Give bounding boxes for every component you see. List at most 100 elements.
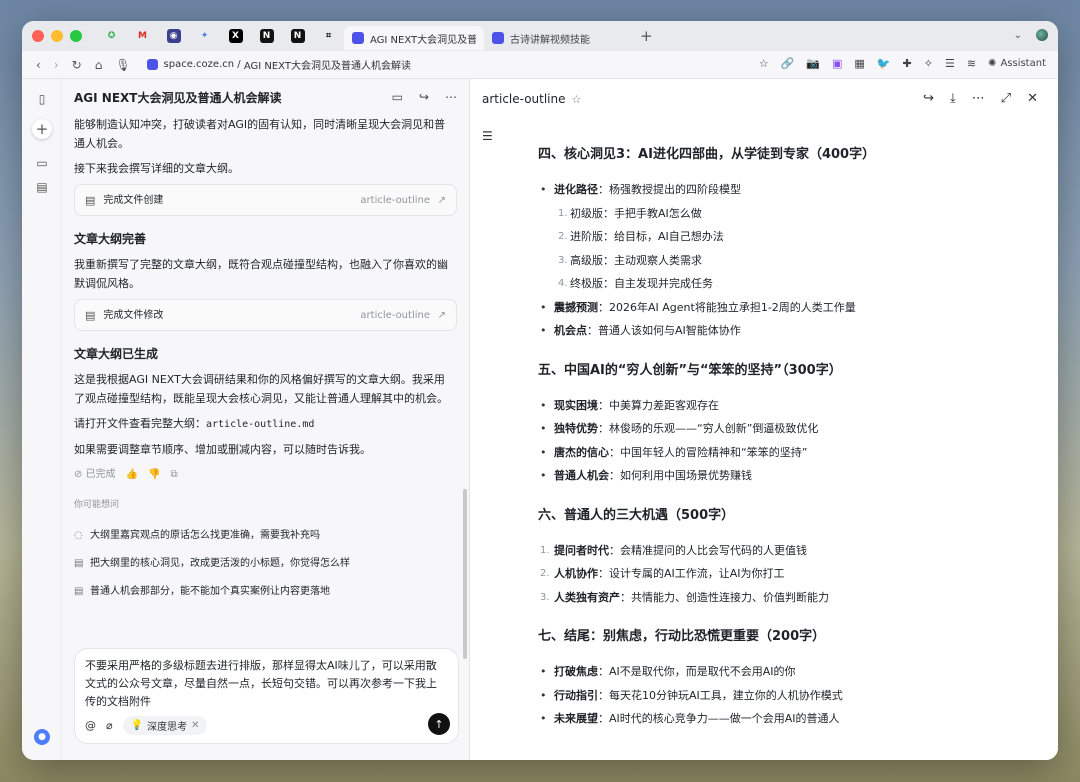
- open-arrow-icon: ↗: [437, 309, 446, 321]
- share-icon[interactable]: ↪: [419, 90, 429, 104]
- tab-inactive[interactable]: 古诗讲解视频技能: [484, 26, 632, 50]
- item-label: 机会点: [554, 324, 587, 337]
- item-text: 中美算力差距客观存在: [609, 398, 719, 412]
- list-item: 进化路径：杨强教授提出的四阶段模型: [538, 178, 1008, 202]
- composer-input[interactable]: 不要采用严格的多级标题去进行排版，那样显得太AI味儿了，可以采用散 文式的公众号…: [85, 657, 448, 711]
- thumbs-down-icon[interactable]: 👎: [148, 465, 160, 484]
- suggestion-text: 把大纲里的核心洞见，改成更活泼的小标题，你觉得怎么样: [90, 557, 350, 569]
- section-list: 进化路径：杨强教授提出的四阶段模型 1.初级版：手把手教AI怎么做 2.进阶版：…: [538, 178, 1008, 343]
- camera-icon[interactable]: 📷: [806, 57, 820, 70]
- share-icon[interactable]: ↪: [923, 91, 934, 106]
- document-icon[interactable]: ▤: [32, 177, 52, 197]
- file-card-label: 完成文件创建: [103, 194, 164, 206]
- reload-icon[interactable]: ↻: [72, 58, 82, 72]
- item-text: AI不是取代你，而是取代不会用AI的你: [609, 665, 796, 678]
- document-actions: ↪ ⤓ ⋯ ⤢ ✕: [923, 91, 1038, 106]
- audio-waveform-icon[interactable]: ≋: [967, 57, 976, 70]
- deep-think-toggle[interactable]: 💡 深度思考 ✕: [122, 716, 208, 735]
- expand-icon[interactable]: ⤢: [1001, 91, 1011, 106]
- download-icon[interactable]: ⤓: [950, 91, 956, 106]
- send-button[interactable]: ↑: [428, 713, 450, 735]
- mention-icon[interactable]: @: [85, 719, 96, 732]
- list-item: 机会点：普通人该如何与AI智能体协作: [538, 319, 1008, 343]
- profile-avatar[interactable]: [1036, 29, 1048, 41]
- extension-bird-icon[interactable]: 🐦: [877, 57, 891, 70]
- message-composer[interactable]: 不要采用严格的多级标题去进行排版，那样显得太AI味儿了，可以采用散 文式的公众号…: [74, 648, 459, 744]
- lightbulb-icon: 💡: [130, 720, 144, 731]
- extension-puzzle-icon[interactable]: ✚: [903, 57, 912, 70]
- more-icon[interactable]: ⋯: [972, 91, 985, 106]
- thumbs-up-icon[interactable]: 👍: [126, 465, 138, 484]
- document-icon: ▤: [74, 557, 84, 569]
- document-title: article-outline: [482, 92, 566, 106]
- tab-active[interactable]: AGI NEXT大会洞见及普通人机会解读: [344, 26, 484, 50]
- sidebar-list-icon[interactable]: ☰: [945, 57, 955, 70]
- favorite-star-icon[interactable]: ☆: [572, 93, 582, 106]
- url-field[interactable]: space.coze.cn / AGI NEXT大会洞见及普通人机会解读: [146, 57, 411, 72]
- item-number: 1.: [540, 544, 550, 556]
- home-icon[interactable]: ⌂: [95, 58, 103, 72]
- close-window-button[interactable]: [32, 30, 44, 42]
- copy-icon[interactable]: ⧉: [170, 465, 177, 484]
- extension-purple-icon[interactable]: ▣: [832, 57, 842, 70]
- forward-icon[interactable]: ›: [54, 58, 59, 72]
- item-text: 设计专属的AI工作流，让AI为你打工: [609, 567, 785, 580]
- item-label: 震撼预测: [554, 300, 598, 314]
- new-task-button[interactable]: +: [32, 119, 52, 139]
- perplexity-icon: ⌗: [325, 31, 332, 41]
- document-icon: ▤: [85, 193, 96, 207]
- item-label: 进化路径: [554, 183, 598, 196]
- sidebar-toggle-icon[interactable]: ▯: [32, 89, 52, 109]
- chat-bubble-icon: ◌: [74, 529, 83, 541]
- pinned-tab-notion-1[interactable]: N: [251, 21, 282, 51]
- file-card-create[interactable]: ▤ 完成文件创建 article-outline ↗: [74, 184, 457, 216]
- folder-icon[interactable]: ▭: [392, 90, 403, 104]
- close-icon[interactable]: ✕: [1027, 91, 1038, 106]
- pinned-tab-notion-2[interactable]: N: [282, 21, 313, 51]
- pinned-tab-x[interactable]: X: [220, 21, 251, 51]
- new-tab-button[interactable]: +: [640, 27, 653, 45]
- chat-title: AGI NEXT大会洞见及普通人机会解读: [74, 90, 282, 105]
- assistant-button[interactable]: ✺ Assistant: [988, 58, 1046, 69]
- item-text: 会精准提问的人比会写代码的人更值钱: [620, 543, 807, 557]
- pinned-tab-app[interactable]: ◉: [158, 21, 189, 51]
- suggestion-item[interactable]: ▤ 把大纲里的核心洞见，改成更活泼的小标题，你觉得怎么样: [74, 549, 457, 577]
- bookmark-star-icon[interactable]: ☆: [759, 57, 769, 70]
- more-icon[interactable]: ⋯: [445, 90, 457, 104]
- sub-list-item: 4. 终极版：自主发现并完成任务: [558, 277, 713, 290]
- message-text: 接下来我会撰写详细的文章大纲。: [74, 162, 239, 175]
- extension-notion-icon[interactable]: ▦: [854, 57, 864, 70]
- item-text: 杨强教授提出的四阶段模型: [609, 183, 741, 196]
- file-card-label: 完成文件修改: [103, 309, 164, 321]
- chevron-down-icon[interactable]: ⌄: [1014, 30, 1022, 41]
- folder-icon[interactable]: ▭: [32, 153, 52, 173]
- attach-icon[interactable]: ⌀: [106, 719, 113, 732]
- user-avatar[interactable]: ●: [34, 729, 50, 745]
- extension-settings-icon[interactable]: ✧: [924, 57, 933, 70]
- pinned-tab-coze[interactable]: ✪: [96, 21, 127, 51]
- address-bar: ‹ › ↻ ⌂ 🎙 space.coze.cn / AGI NEXT大会洞见及普…: [22, 51, 1058, 79]
- message-text: 能够制造认知冲突，打破读者对AGI的固有认知，同时清晰呈现大会洞见和普 通人机会…: [74, 115, 457, 153]
- back-icon[interactable]: ‹: [36, 58, 41, 72]
- table-of-contents-icon[interactable]: ☰: [482, 129, 493, 143]
- microphone-icon[interactable]: 🎙: [115, 58, 130, 72]
- sub-list-item: 1. 初级版：手把手教AI怎么做: [558, 206, 702, 220]
- link-icon[interactable]: 🔗: [781, 57, 795, 70]
- item-text: 林俊旸的乐观——“穷人创新”倒逼极致优化: [609, 422, 819, 435]
- section-list: 打破焦虑：AI不是取代你，而是取代不会用AI的你 行动指引：每天花10分钟玩AI…: [538, 660, 1008, 731]
- suggestion-item[interactable]: ▤ 普通人机会那部分，能不能加个真实案例让内容更落地: [74, 577, 457, 605]
- close-icon[interactable]: ✕: [191, 720, 199, 731]
- maximize-window-button[interactable]: [70, 30, 82, 42]
- suggestion-item[interactable]: ◌ 大纲里嘉宾观点的原话怎么找更准确，需要我补充吗: [74, 521, 457, 549]
- minimize-window-button[interactable]: [51, 30, 63, 42]
- file-card-modify[interactable]: ▤ 完成文件修改 article-outline ↗: [74, 299, 457, 331]
- pinned-tab-gemini[interactable]: ✦: [189, 21, 220, 51]
- pinned-tab-gmail[interactable]: M: [127, 21, 158, 51]
- suggestions-title: 你可能想问: [74, 500, 120, 510]
- pinned-tab-perplexity[interactable]: ⌗: [313, 21, 344, 51]
- message-status-row: ⊘ 已完成 👍 👎 ⧉: [74, 465, 457, 484]
- chat-scrollbar[interactable]: [463, 489, 467, 659]
- sub-list-item: 3. 高级版：主动观察人类需求: [558, 253, 702, 267]
- list-item: 现实困境：中美算力差距客观存在: [538, 394, 1008, 418]
- status-label: 已完成: [85, 469, 116, 480]
